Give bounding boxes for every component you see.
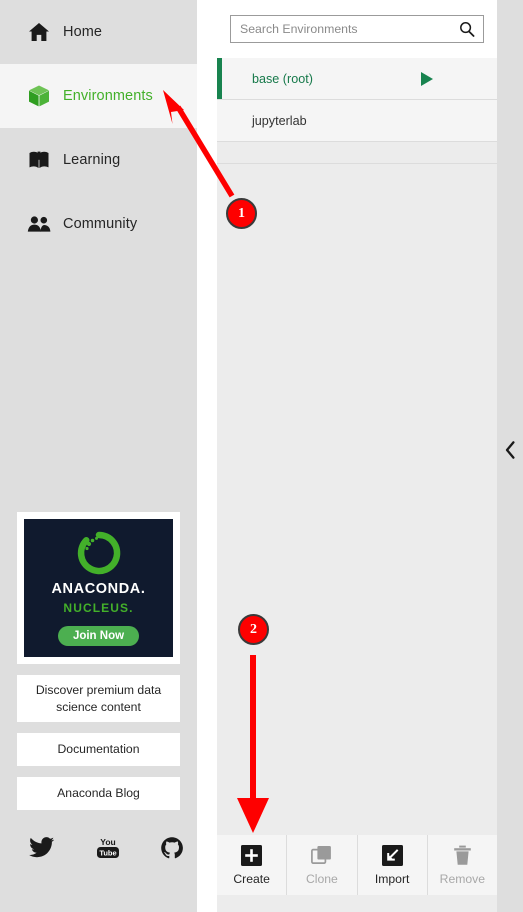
create-button-label: Create	[233, 872, 270, 886]
promo-title: ANACONDA.	[51, 580, 146, 597]
plus-square-icon	[241, 844, 263, 866]
home-icon	[26, 19, 52, 45]
list-item[interactable]: base (root)	[217, 58, 497, 100]
sidebar-item-community-label: Community	[63, 216, 138, 232]
sidebar-item-home-label: Home	[63, 24, 103, 40]
sidebar-item-learning-label: Learning	[63, 152, 121, 168]
twitter-icon[interactable]	[29, 837, 55, 864]
sidebar-item-community[interactable]: Community	[0, 192, 197, 256]
nucleus-promo-card[interactable]: ANACONDA. NUCLEUS. Join Now	[17, 512, 180, 664]
link-discover-premium-content[interactable]: Discover premium data science content	[17, 675, 180, 722]
nucleus-promo-inner: ANACONDA. NUCLEUS. Join Now	[24, 519, 173, 657]
collapse-panel-button[interactable]	[497, 430, 523, 474]
link-documentation[interactable]: Documentation	[17, 733, 180, 766]
sidebar-item-home[interactable]: Home	[0, 0, 197, 64]
anaconda-nucleus-logo	[77, 531, 121, 575]
promo-subtitle: NUCLEUS.	[63, 600, 134, 615]
book-icon	[26, 147, 52, 173]
link-anaconda-blog[interactable]: Anaconda Blog	[17, 777, 180, 810]
chevron-left-icon	[505, 440, 516, 464]
import-arrow-icon	[381, 844, 403, 866]
sidebar-item-environments[interactable]: Environments	[0, 64, 197, 128]
list-item[interactable]: jupyterlab	[217, 100, 497, 142]
sidebar-item-environments-label: Environments	[63, 88, 153, 104]
social-links: You Tube	[17, 836, 183, 865]
youtube-icon[interactable]: You Tube	[94, 836, 122, 865]
environment-list: base (root) jupyterlab	[217, 58, 497, 164]
navigator-window: Home Environments Learning Community ANA…	[0, 0, 523, 912]
search-icon[interactable]	[459, 21, 483, 37]
environment-name: jupyterlab	[252, 113, 307, 128]
svg-text:Tube: Tube	[99, 849, 116, 858]
environments-panel: base (root) jupyterlab	[217, 0, 497, 912]
sidebar: Home Environments Learning Community ANA…	[0, 0, 197, 912]
search-input[interactable]	[231, 22, 459, 36]
svg-text:You: You	[100, 837, 115, 847]
search-bar	[217, 0, 497, 58]
play-icon[interactable]	[420, 71, 483, 87]
clone-button-label: Clone	[305, 872, 338, 886]
list-filler	[217, 142, 497, 164]
import-button[interactable]: Import	[358, 835, 428, 895]
remove-button-label: Remove	[439, 872, 486, 886]
clone-button[interactable]: Clone	[287, 835, 358, 895]
cube-icon	[26, 83, 52, 109]
copy-icon	[311, 844, 333, 866]
sidebar-nav: Home Environments Learning Community	[0, 0, 197, 256]
search-box[interactable]	[230, 15, 484, 43]
environment-toolbar: Create Clone Import Remove	[217, 835, 497, 895]
import-button-label: Import	[374, 872, 410, 886]
github-icon[interactable]	[160, 836, 184, 865]
trash-icon	[451, 844, 473, 866]
sidebar-item-learning[interactable]: Learning	[0, 128, 197, 192]
join-now-button[interactable]: Join Now	[57, 625, 140, 646]
promo-section: ANACONDA. NUCLEUS. Join Now Discover pre…	[17, 512, 180, 810]
people-icon	[26, 211, 52, 237]
environment-name: base (root)	[252, 71, 313, 86]
create-button[interactable]: Create	[217, 835, 288, 895]
remove-button[interactable]: Remove	[428, 835, 497, 895]
